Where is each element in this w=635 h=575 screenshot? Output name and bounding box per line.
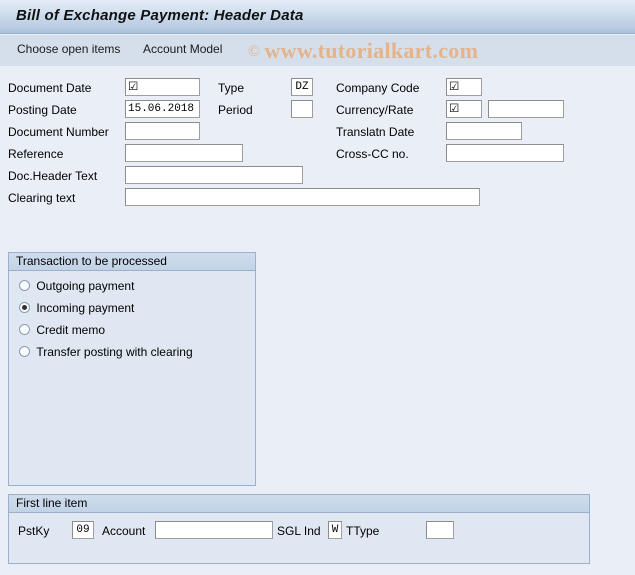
radio-transfer-posting-with-clearing[interactable]: Transfer posting with clearing (19, 345, 193, 363)
transaction-group-title: Transaction to be processed (9, 253, 255, 271)
window-title-bar: Bill of Exchange Payment: Header Data (0, 0, 635, 34)
company-code-input[interactable]: ☑ (446, 78, 482, 96)
posting-date-input[interactable]: 15.06.2018 (125, 100, 200, 118)
label-sgl-ind: SGL Ind (277, 524, 321, 538)
label-document-date: Document Date (8, 81, 92, 95)
first-line-item-title: First line item (9, 495, 589, 513)
account-model-button[interactable]: Account Model (143, 42, 222, 56)
page-title: Bill of Exchange Payment: Header Data (16, 7, 304, 24)
label-account: Account (102, 524, 146, 538)
document-type-input[interactable]: DZ (291, 78, 313, 96)
label-document-number: Document Number (8, 125, 109, 139)
watermark-text: www.tutorialkart.com (264, 38, 479, 63)
clearing-text-input[interactable] (125, 188, 480, 206)
label-reference: Reference (8, 147, 64, 161)
reference-input[interactable] (125, 144, 243, 162)
doc-header-text-input[interactable] (125, 166, 303, 184)
radio-label: Incoming payment (36, 301, 135, 315)
cross-cc-no-input[interactable] (446, 144, 564, 162)
label-pstky: PstKy (18, 524, 50, 538)
sgl-ind-input[interactable]: W (328, 521, 342, 539)
radio-icon-selected (19, 302, 30, 313)
radio-outgoing-payment[interactable]: Outgoing payment (19, 279, 134, 297)
label-translation-date: Translatn Date (336, 125, 415, 139)
choose-open-items-button[interactable]: Choose open items (17, 42, 120, 56)
radio-icon (19, 324, 30, 335)
radio-label: Outgoing payment (36, 279, 135, 293)
transaction-to-be-processed-group: Transaction to be processed Outgoing pay… (8, 252, 256, 486)
translation-date-input[interactable] (446, 122, 522, 140)
radio-icon (19, 280, 30, 291)
site-watermark: © www.tutorialkart.com (248, 38, 478, 64)
first-line-item-group: First line item PstKy 09 Account SGL Ind… (8, 494, 590, 564)
account-input[interactable] (155, 521, 273, 539)
radio-incoming-payment[interactable]: Incoming payment (19, 301, 134, 319)
label-clearing-text: Clearing text (8, 191, 76, 205)
exchange-rate-input[interactable] (488, 100, 564, 118)
main-content: Document Date Posting Date Document Numb… (0, 66, 635, 575)
label-currency-rate: Currency/Rate (336, 103, 414, 117)
document-number-input[interactable] (125, 122, 200, 140)
radio-credit-memo[interactable]: Credit memo (19, 323, 105, 341)
label-period: Period (218, 103, 253, 117)
radio-label: Credit memo (36, 323, 106, 337)
label-doc-header-text: Doc.Header Text (8, 169, 98, 183)
currency-input[interactable]: ☑ (446, 100, 482, 118)
label-company-code: Company Code (336, 81, 420, 95)
pstky-input[interactable]: 09 (72, 521, 94, 539)
label-posting-date: Posting Date (8, 103, 77, 117)
label-ttype: TType (346, 524, 380, 538)
label-document-type: Type (218, 81, 245, 95)
radio-label: Transfer posting with clearing (36, 345, 193, 359)
label-cross-cc-no: Cross-CC no. (336, 147, 409, 161)
period-input[interactable] (291, 100, 313, 118)
ttype-input[interactable] (426, 521, 454, 539)
copyright-icon: © (248, 43, 261, 60)
radio-icon (19, 346, 30, 357)
document-date-input[interactable]: ☑ (125, 78, 200, 96)
